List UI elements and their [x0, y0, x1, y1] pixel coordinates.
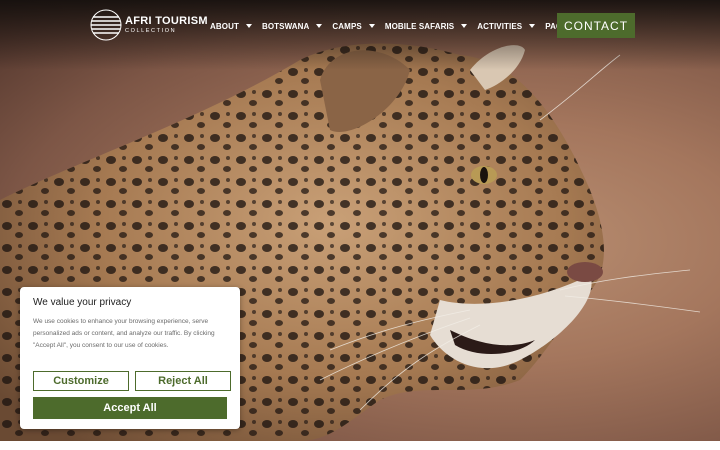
reject-all-button[interactable]: Reject All	[135, 371, 231, 391]
nav-item-label: BOTSWANA	[261, 21, 310, 31]
nav-item-label: MOBILE SAFARIS	[384, 21, 455, 31]
nav-item-label: ABOUT	[210, 21, 239, 31]
accept-all-button[interactable]: Accept All	[33, 397, 227, 419]
chevron-down-icon	[245, 24, 252, 28]
logo-text: AFRI TOURISM COLLECTION	[125, 14, 208, 35]
nav-item-mobile-safaris[interactable]: MOBILE SAFARIS	[384, 21, 468, 31]
chevron-down-icon	[529, 24, 536, 28]
cookie-description: We use cookies to enhance your browsing …	[33, 318, 215, 349]
customize-button[interactable]: Customize	[33, 371, 129, 391]
nav-item-about[interactable]: ABOUT	[210, 22, 252, 31]
nav-item-activities[interactable]: ACTIVITIES	[477, 21, 536, 31]
chevron-down-icon	[316, 24, 323, 28]
cookie-title: We value your privacy	[33, 297, 132, 308]
logo-subtitle: COLLECTION	[125, 27, 177, 34]
logo-title: AFRI TOURISM	[125, 14, 208, 27]
site-logo[interactable]: AFRI TOURISM COLLECTION	[90, 9, 208, 41]
nav-item-botswana[interactable]: BOTSWANA	[261, 21, 323, 31]
contact-button[interactable]: CONTACT	[557, 13, 635, 38]
chevron-down-icon	[461, 24, 468, 28]
logo-icon	[90, 9, 122, 41]
chevron-down-icon	[368, 24, 375, 28]
page-bottom-strip	[0, 441, 720, 450]
cookie-consent-banner: We value your privacy We use cookies to …	[20, 287, 240, 429]
nav-item-camps[interactable]: CAMPS	[332, 21, 375, 31]
main-nav: ABOUT BOTSWANA CAMPS MOBILE SAFARIS ACTI…	[210, 18, 601, 34]
nav-item-label: ACTIVITIES	[477, 21, 523, 31]
nav-item-label: CAMPS	[332, 21, 362, 31]
